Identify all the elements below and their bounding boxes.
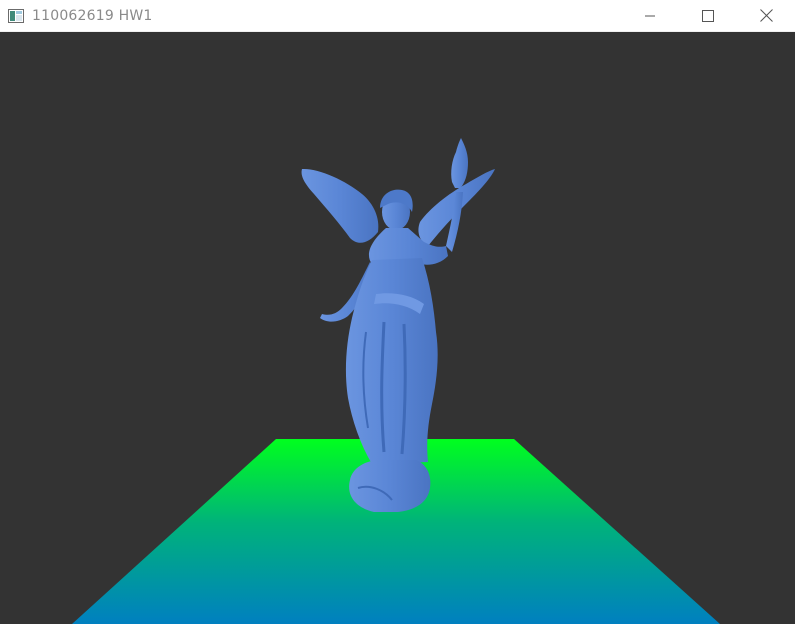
minimize-button[interactable] bbox=[621, 0, 679, 31]
scene-canvas[interactable] bbox=[0, 32, 795, 624]
window-app-icon[interactable] bbox=[8, 8, 24, 23]
maximize-button[interactable] bbox=[679, 0, 737, 31]
window-title: 110062619 HW1 bbox=[32, 7, 153, 24]
title-bar[interactable]: 110062619 HW1 bbox=[0, 0, 795, 32]
close-button[interactable] bbox=[737, 0, 795, 31]
minimize-icon bbox=[645, 15, 655, 16]
window-controls bbox=[621, 0, 795, 31]
close-icon bbox=[759, 9, 773, 22]
render-viewport[interactable] bbox=[0, 32, 795, 624]
app-window: 110062619 HW1 bbox=[0, 0, 795, 624]
maximize-icon bbox=[702, 9, 714, 22]
